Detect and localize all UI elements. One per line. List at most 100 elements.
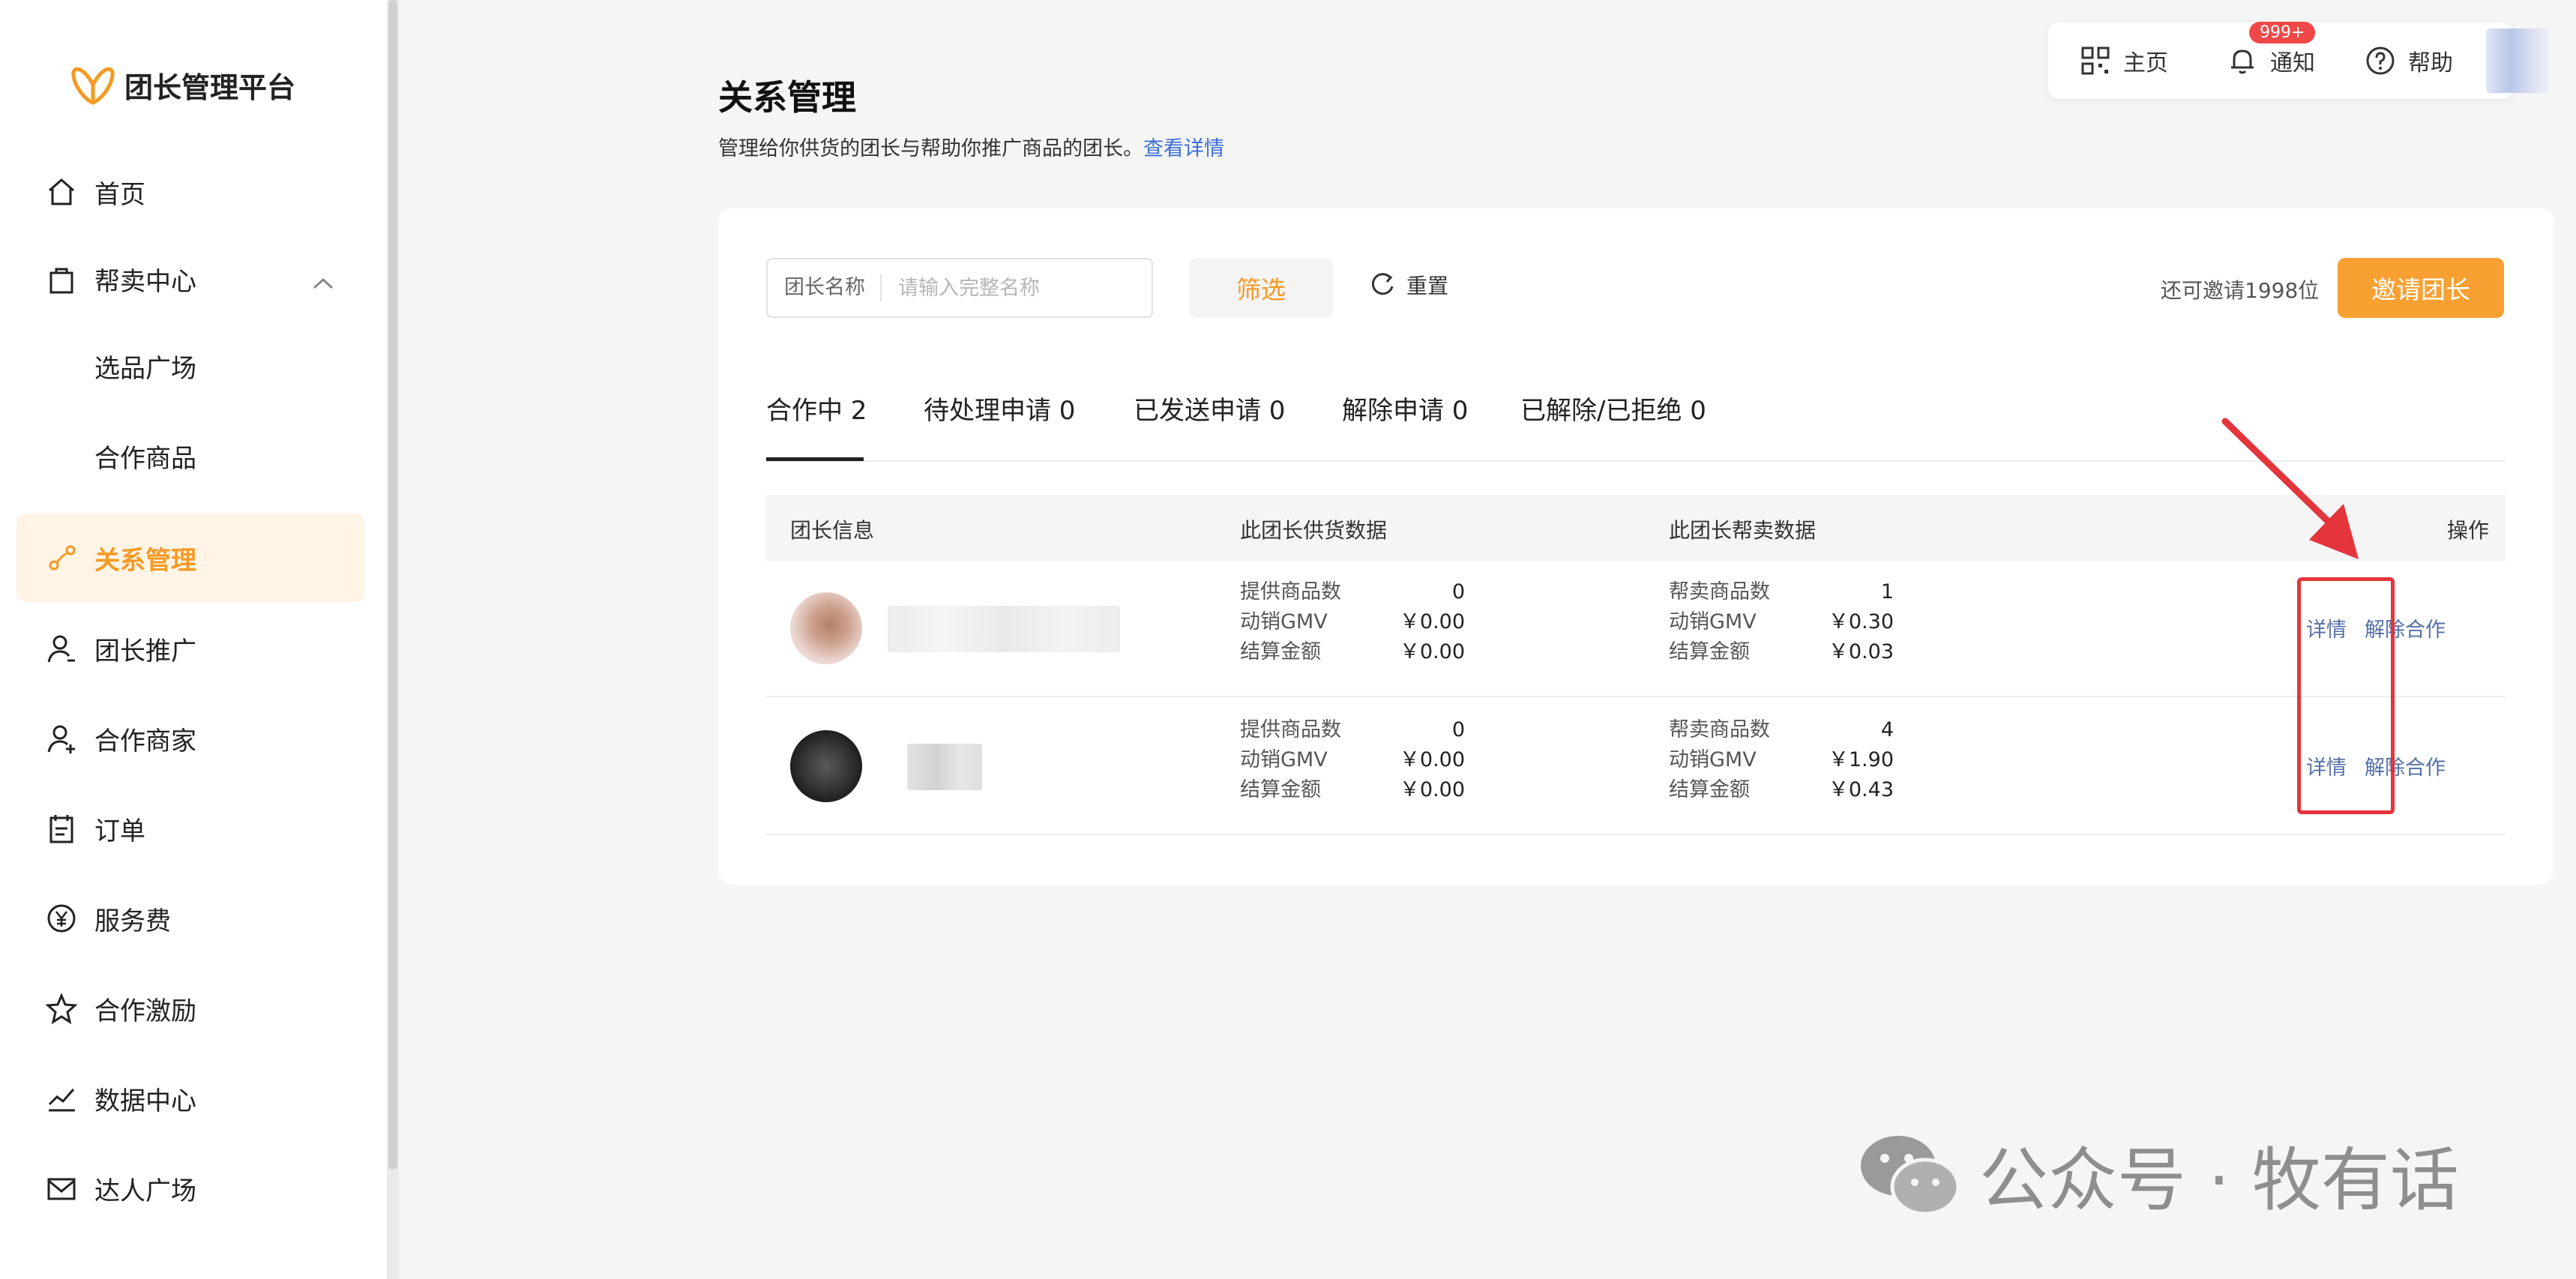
- sidebar-item-relation[interactable]: 关系管理: [16, 514, 364, 602]
- leader-name-input[interactable]: [898, 276, 1123, 300]
- help-metrics: 帮卖商品数 1 动销GMV ￥0.30 结算金额 ￥0.03: [1669, 577, 1894, 667]
- leader-avatar[interactable]: [790, 730, 862, 802]
- metric-value: 1: [1880, 580, 1894, 604]
- user-avatar[interactable]: [2486, 28, 2549, 93]
- metric-key: 帮卖商品数: [1669, 580, 1770, 604]
- help-label: 帮助: [2408, 50, 2453, 76]
- col-leader-info: 团长信息: [790, 518, 875, 543]
- metric-key: 提供商品数: [1240, 718, 1341, 741]
- metric-value: ￥0.03: [1828, 640, 1894, 663]
- leader-name-blurred: [907, 744, 982, 790]
- metric-value: ￥1.90: [1828, 748, 1894, 771]
- sidebar-item-label: 首页: [94, 179, 145, 210]
- sidebar-item-product-square[interactable]: 选品广场: [94, 322, 196, 410]
- metric-value: ￥0.00: [1399, 778, 1465, 801]
- table-row: 提供商品数 0 动销GMV ￥0.00 结算金额 ￥0.00 帮卖商品数 4 动销GMV…: [766, 699, 2506, 835]
- home-label: 主页: [2123, 50, 2168, 76]
- metric-value: ￥0.00: [1399, 640, 1465, 663]
- sidebar-item-label: 订单: [94, 816, 145, 846]
- filter-button[interactable]: 筛选: [1189, 258, 1333, 318]
- page-title: 关系管理: [718, 77, 856, 118]
- notify-link[interactable]: 通知 999+: [2227, 22, 2316, 77]
- supply-metrics: 提供商品数 0 动销GMV ￥0.00 结算金额 ￥0.00: [1240, 715, 1465, 805]
- sidebar-scrollbar[interactable]: [387, 0, 399, 1279]
- metric-value: ￥0.00: [1399, 748, 1465, 771]
- app-logo[interactable]: 团长管理平台: [69, 58, 295, 111]
- butterfly-logo-icon: [71, 67, 115, 105]
- metric-value: ￥0.43: [1828, 778, 1894, 801]
- metric-key: 动销GMV: [1240, 610, 1328, 634]
- invite-leader-button[interactable]: 邀请团长: [2338, 258, 2504, 318]
- chart-icon: [43, 1080, 79, 1116]
- sidebar-item-promote[interactable]: 团长推广: [16, 604, 364, 693]
- notify-badge: 999+: [2249, 22, 2316, 43]
- metric-key: 结算金额: [1240, 640, 1321, 663]
- relation-icon: [43, 540, 79, 576]
- invite-remaining-text: 还可邀请1998位: [2161, 278, 2320, 303]
- filter-label: 团长名称: [768, 274, 882, 301]
- help-link[interactable]: 帮助: [2365, 44, 2453, 77]
- sidebar-item-talent-square[interactable]: 达人广场: [16, 1144, 364, 1233]
- tab-terminate-request[interactable]: 解除申请 0: [1342, 390, 1468, 427]
- red-arrow-icon: [2221, 418, 2359, 559]
- sidebar-item-home[interactable]: 首页: [16, 148, 364, 236]
- chevron-up-icon[interactable]: [312, 268, 334, 298]
- sidebar-item-coop-products[interactable]: 合作商品: [94, 412, 196, 500]
- sidebar-item-label: 合作商品: [94, 443, 196, 474]
- metric-key: 动销GMV: [1240, 748, 1328, 771]
- sidebar-item-label: 团长推广: [94, 636, 196, 666]
- page-subtitle: 管理给你供货的团长与帮助你推广商品的团长。查看详情: [718, 132, 1224, 161]
- metric-key: 动销GMV: [1669, 610, 1757, 634]
- sidebar-item-orders[interactable]: 订单: [16, 784, 364, 873]
- sidebar-item-label: 达人广场: [94, 1176, 196, 1206]
- order-icon: [43, 810, 79, 846]
- col-supply-data: 此团长供货数据: [1240, 518, 1388, 543]
- sidebar-item-label: 合作激励: [94, 996, 196, 1026]
- star-icon: [43, 990, 79, 1026]
- sidebar: 团长管理平台 首页 帮卖中心 选品广场 合作商品 关系管理 团长推广 合作商家 …: [0, 0, 387, 1279]
- metric-key: 动销GMV: [1669, 748, 1757, 771]
- sidebar-item-service-fee[interactable]: 服务费: [16, 874, 364, 963]
- home-link[interactable]: 主页: [2080, 44, 2168, 77]
- yen-icon: [43, 900, 79, 936]
- leader-name-filter[interactable]: 团长名称: [766, 258, 1153, 318]
- promote-icon: [43, 631, 79, 666]
- col-help-data: 此团长帮卖数据: [1669, 518, 1817, 543]
- wechat-icon: [1861, 1135, 1960, 1215]
- help-metrics: 帮卖商品数 4 动销GMV ￥1.90 结算金额 ￥0.43: [1669, 715, 1894, 805]
- sidebar-item-merchants[interactable]: 合作商家: [16, 694, 364, 783]
- metric-value: ￥0.30: [1828, 610, 1894, 634]
- sidebar-item-data-center[interactable]: 数据中心: [16, 1054, 364, 1143]
- sidebar-item-incentive[interactable]: 合作激励: [16, 964, 364, 1053]
- help-icon: [2366, 46, 2395, 75]
- tab-terminated[interactable]: 已解除/已拒绝 0: [1520, 390, 1706, 427]
- table-row: 提供商品数 0 动销GMV ￥0.00 结算金额 ￥0.00 帮卖商品数 1 动销GMV…: [766, 561, 2506, 697]
- metric-key: 提供商品数: [1240, 580, 1341, 604]
- sidebar-item-label: 关系管理: [94, 545, 196, 576]
- merchant-icon: [43, 720, 79, 756]
- highlight-box: [2297, 577, 2395, 814]
- refresh-icon: [1371, 273, 1394, 295]
- metric-value: ￥0.00: [1399, 610, 1465, 634]
- tab-cooperating[interactable]: 合作中 2: [766, 390, 867, 427]
- supply-metrics: 提供商品数 0 动销GMV ￥0.00 结算金额 ￥0.00: [1240, 577, 1465, 667]
- metric-key: 结算金额: [1240, 778, 1321, 801]
- tab-pending[interactable]: 待处理申请 0: [924, 390, 1075, 427]
- active-tab-indicator: [766, 457, 864, 461]
- tab-sent[interactable]: 已发送申请 0: [1134, 390, 1285, 427]
- subtitle-text: 管理给你供货的团长与帮助你推广商品的团长。: [718, 137, 1143, 160]
- sidebar-item-help-sell[interactable]: 帮卖中心: [16, 235, 364, 323]
- home-icon: [43, 174, 79, 210]
- scrollbar-thumb[interactable]: [388, 0, 397, 1170]
- sidebar-item-label: 数据中心: [94, 1086, 196, 1116]
- reset-button[interactable]: 重置: [1367, 270, 1448, 300]
- metric-key: 结算金额: [1669, 778, 1750, 801]
- bell-icon: [2231, 49, 2254, 74]
- watermark: 公众号 · 牧有话: [1856, 1125, 2459, 1224]
- top-toolbar: 主页 通知 999+ 帮助: [2048, 22, 2513, 99]
- reset-label: 重置: [1406, 274, 1449, 298]
- view-detail-link[interactable]: 查看详情: [1143, 137, 1224, 160]
- qr-code-icon: [2081, 46, 2110, 75]
- metric-key: 结算金额: [1669, 640, 1750, 663]
- leader-avatar[interactable]: [790, 592, 862, 664]
